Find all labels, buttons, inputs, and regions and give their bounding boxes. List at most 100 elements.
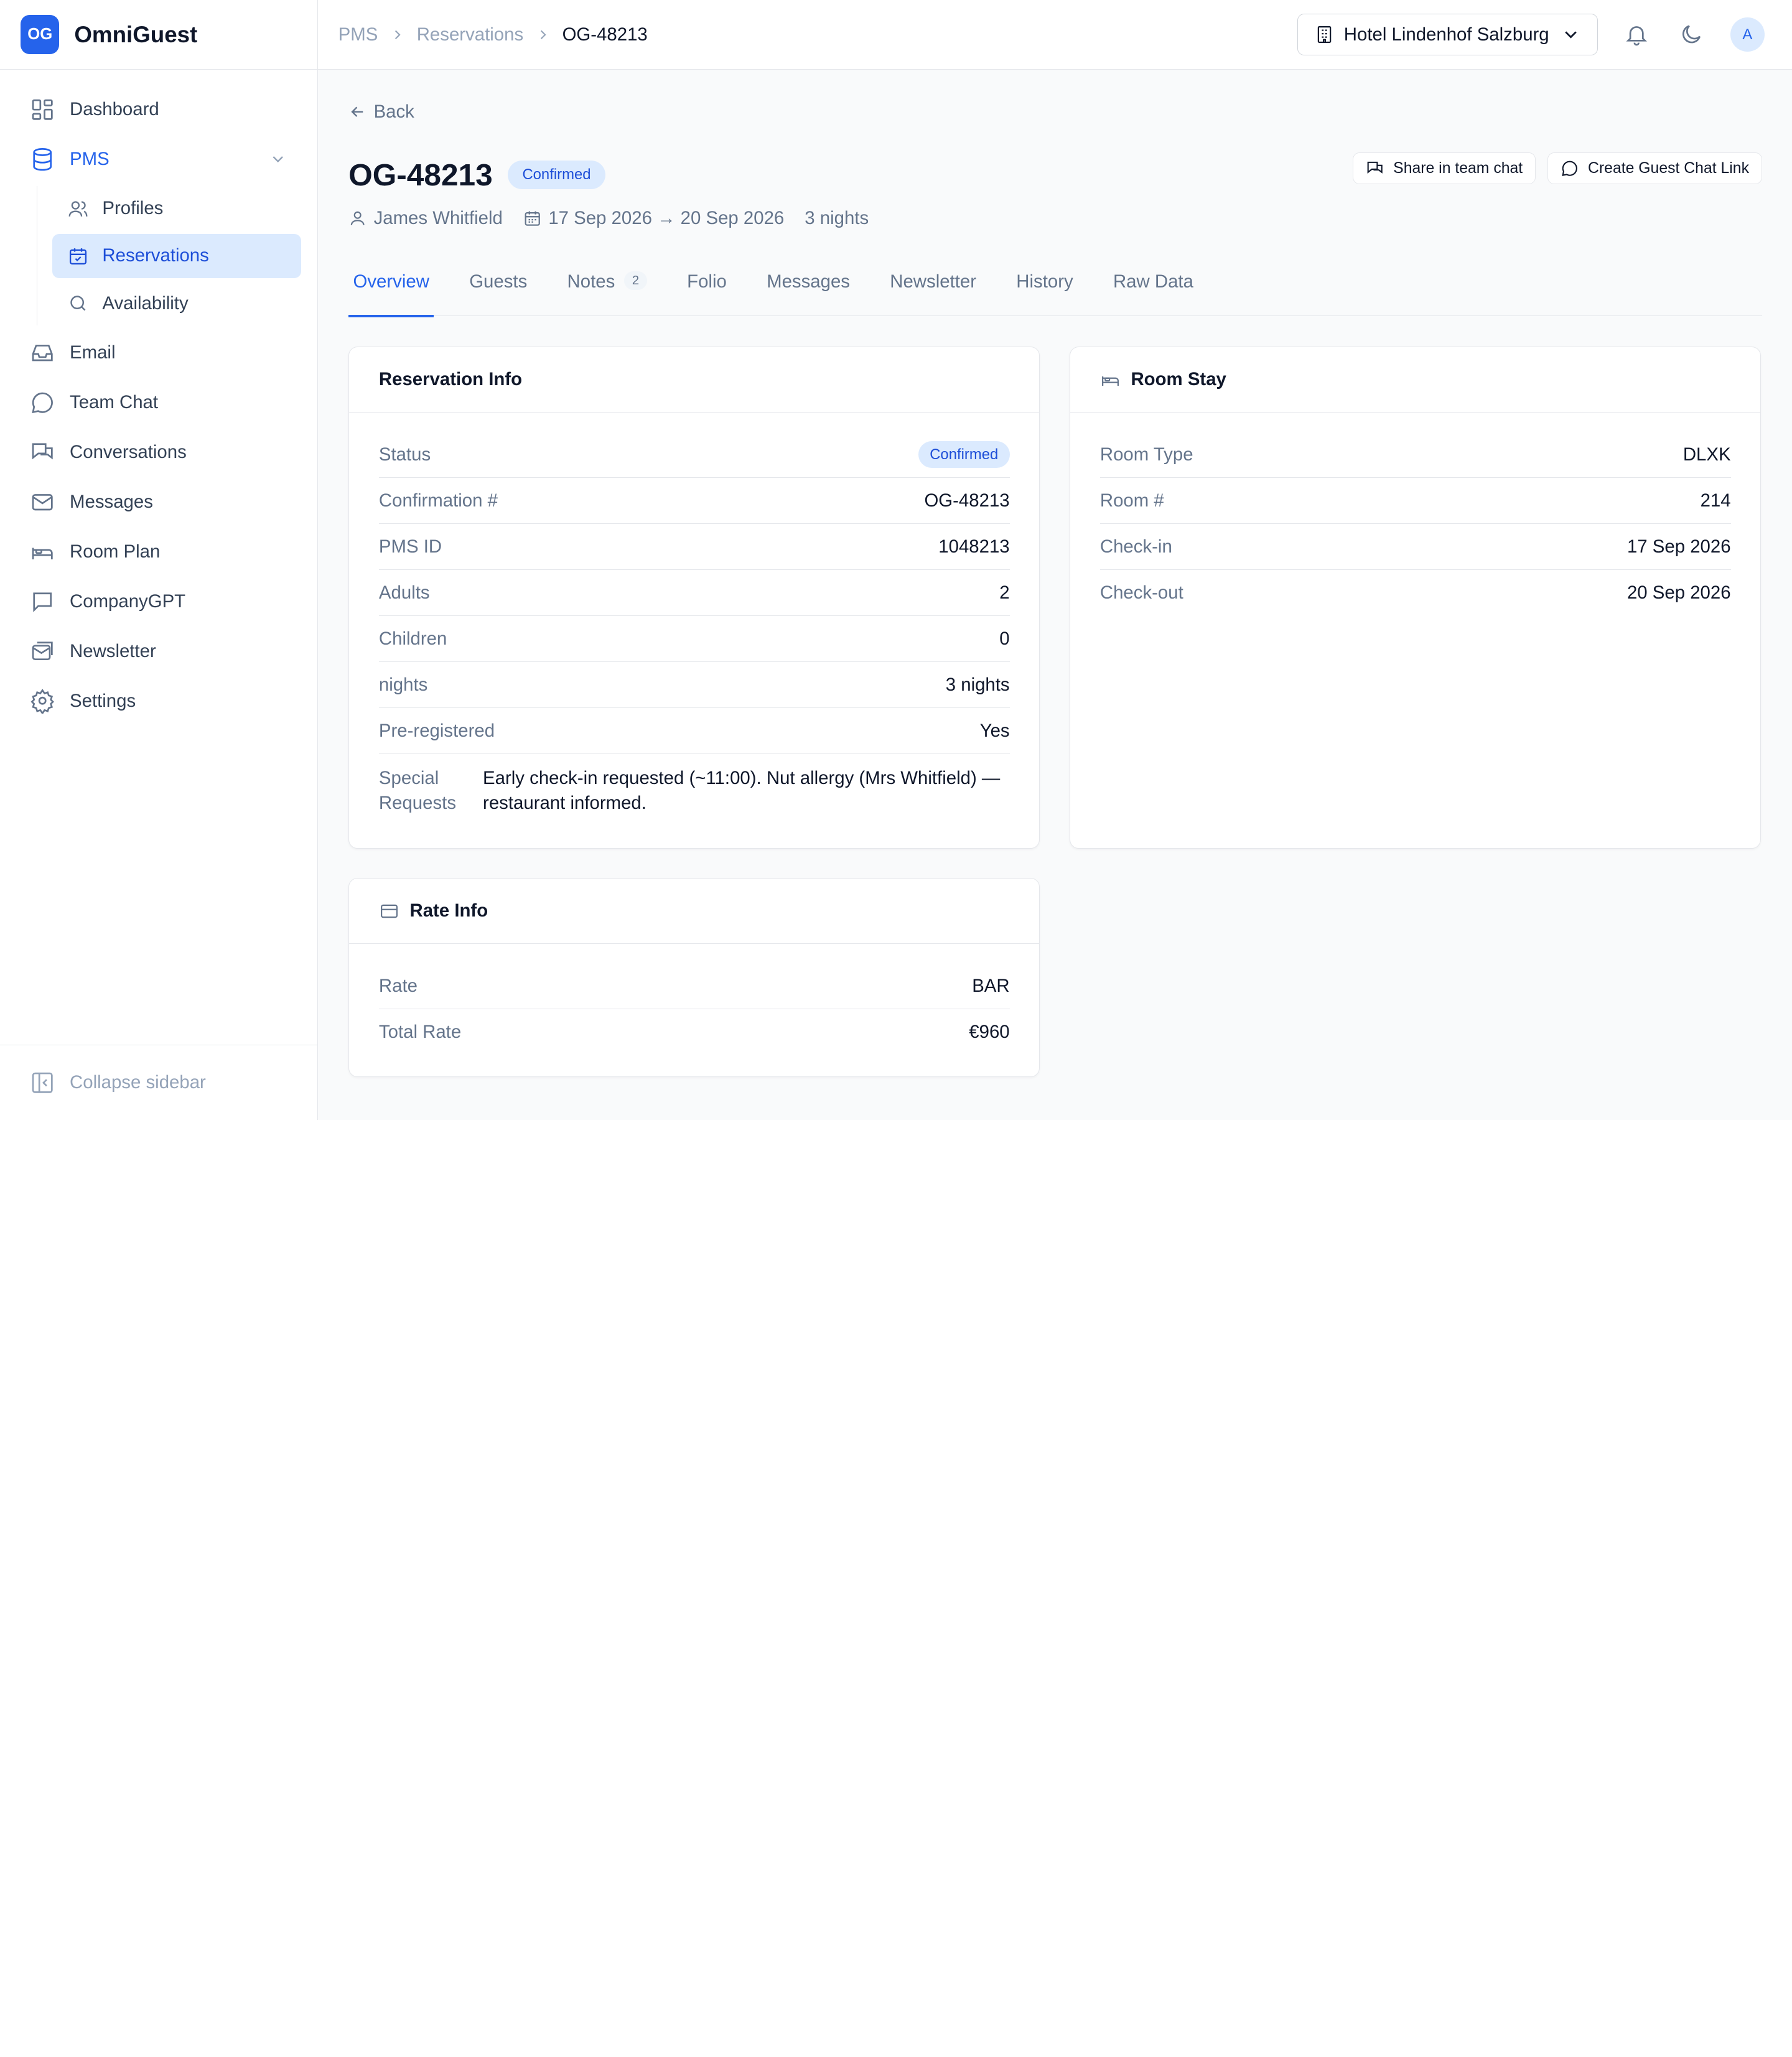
tab-guests[interactable]: Guests [465, 269, 532, 315]
info-row: Total Rate €960 [379, 1009, 1010, 1055]
theme-toggle-button[interactable] [1676, 19, 1707, 50]
rate-info-card: Rate Info Rate BAR Total Rate €960 [348, 878, 1040, 1077]
info-key: Confirmation # [378, 490, 498, 511]
page-title: OG-48213 [348, 157, 493, 193]
avatar[interactable]: A [1730, 17, 1765, 52]
info-value: BAR [972, 975, 1010, 996]
tab-messages[interactable]: Messages [762, 269, 855, 315]
sidebar-item-pms[interactable]: PMS [16, 136, 301, 182]
info-row: Pre-registered Yes [378, 708, 1010, 755]
tab-raw-data[interactable]: Raw Data [1109, 269, 1198, 315]
tab-label: Folio [687, 271, 727, 292]
share-team-chat-label: Share in team chat [1393, 159, 1523, 177]
sidebar-item-room-plan[interactable]: Room Plan [16, 529, 301, 574]
sidebar-item-email[interactable]: Email [16, 330, 301, 376]
notes-count-badge: 2 [623, 271, 647, 291]
sidebar-item-dashboard[interactable]: Dashboard [16, 87, 301, 133]
info-row: Special Requests Early check-in requested… [379, 754, 1010, 816]
card-title: Rate Info [409, 900, 488, 921]
collapse-sidebar-label: Collapse sidebar [70, 1071, 206, 1093]
tab-notes[interactable]: Notes 2 [562, 269, 651, 315]
conversations-icon [32, 443, 53, 460]
user-icon [350, 212, 365, 226]
stay-dates: 17 Sep 2026 → 20 Sep 2026 [548, 208, 785, 229]
sidebar: OG OmniGuest Dashboard PMS Profiles Rese… [0, 0, 318, 1120]
info-key: Special Requests [378, 767, 457, 814]
info-key: Check-out [1099, 582, 1183, 604]
search-icon [70, 296, 86, 311]
card-header: Rate Info [349, 879, 1040, 945]
card-header: Room Stay [1070, 347, 1761, 413]
info-key: Pre-registered [378, 720, 495, 741]
info-value: 2 [999, 582, 1010, 603]
arrow-left-icon [351, 106, 363, 118]
hotel-select[interactable]: Hotel Lindenhof Salzburg [1297, 13, 1598, 56]
tabs: Overview Guests Notes 2 Folio Messages Ne… [348, 269, 1763, 317]
sidebar-item-newsletter[interactable]: Newsletter [16, 628, 301, 674]
notifications-button[interactable] [1620, 19, 1652, 50]
info-key: Room # [1099, 490, 1164, 511]
database-icon [33, 147, 52, 171]
create-guest-chat-link-button[interactable]: Create Guest Chat Link [1547, 152, 1763, 185]
tab-folio[interactable]: Folio [683, 269, 731, 315]
content: Back OG-48213 Confirmed James Whitfield [317, 70, 1792, 1120]
brand-name[interactable]: OmniGuest [74, 22, 197, 48]
card-title: Reservation Info [349, 347, 1040, 413]
guest-name: James Whitfield [373, 208, 503, 229]
info-value: 17 Sep 2026 [1626, 536, 1731, 557]
breadcrumb-pms[interactable]: PMS [338, 24, 378, 45]
info-value: 1048213 [938, 536, 1010, 557]
sidebar-item-profiles[interactable]: Profiles [52, 186, 301, 231]
tab-label: Notes [567, 271, 615, 292]
chevron-down-icon[interactable] [269, 150, 287, 168]
info-key: Status [378, 444, 431, 465]
sidebar-item-label: CompanyGPT [70, 590, 186, 612]
brand-logo[interactable]: OG [21, 15, 60, 54]
sidebar-item-label: Newsletter [70, 640, 156, 661]
sidebar-collapse-icon [32, 1072, 53, 1093]
tab-history[interactable]: History [1012, 269, 1078, 315]
info-value: OG-48213 [924, 490, 1010, 511]
tab-label: Newsletter [890, 271, 977, 292]
bell-icon [1626, 26, 1647, 46]
sidebar-item-companygpt[interactable]: CompanyGPT [16, 579, 301, 624]
sidebar-item-messages[interactable]: Messages [16, 479, 301, 525]
sidebar-item-settings[interactable]: Settings [16, 678, 301, 724]
info-row: Adults 2 [378, 570, 1010, 617]
info-key: Check-in [1099, 536, 1172, 557]
back-button[interactable]: Back [348, 100, 414, 124]
tab-overview[interactable]: Overview [348, 269, 434, 317]
info-key: Room Type [1099, 444, 1193, 465]
sidebar-item-label: Email [70, 342, 116, 363]
chat-bubble-icon [32, 392, 53, 414]
sidebar-item-team-chat[interactable]: Team Chat [16, 380, 301, 426]
share-team-chat-button[interactable]: Share in team chat [1352, 152, 1536, 185]
breadcrumb-reservations[interactable]: Reservations [417, 24, 523, 45]
sidebar-item-label: Reservations [102, 245, 209, 266]
collapse-sidebar-button[interactable]: Collapse sidebar [0, 1044, 317, 1120]
back-label: Back [373, 101, 414, 122]
moon-icon [1682, 25, 1701, 44]
sidebar-item-reservations[interactable]: Reservations [52, 233, 301, 279]
sidebar-item-label: Team Chat [70, 392, 159, 413]
sidebar-item-label: Conversations [70, 442, 187, 463]
chevron-right-icon [394, 30, 401, 39]
sidebar-item-availability[interactable]: Availability [52, 281, 301, 326]
info-value: 20 Sep 2026 [1626, 582, 1731, 604]
users-icon [68, 200, 88, 217]
tab-label: Guests [469, 271, 528, 292]
info-key: Total Rate [378, 1022, 462, 1043]
chat-bubble-icon [1562, 161, 1577, 176]
bed-icon [1101, 376, 1119, 386]
tab-label: History [1016, 271, 1073, 292]
info-row: Status Confirmed [378, 432, 1010, 478]
title-line: OG-48213 Confirmed [348, 157, 1341, 193]
info-row: Room # 214 [1099, 478, 1731, 525]
status-badge: Confirmed [918, 441, 1010, 469]
tab-label: Messages [767, 271, 850, 292]
sidebar-item-conversations[interactable]: Conversations [16, 429, 301, 475]
calendar-check-icon [70, 248, 87, 264]
tab-newsletter[interactable]: Newsletter [885, 269, 981, 315]
topbar: PMS Reservations OG-48213 Hotel Lindenho… [317, 0, 1792, 70]
building-icon [1317, 26, 1332, 44]
